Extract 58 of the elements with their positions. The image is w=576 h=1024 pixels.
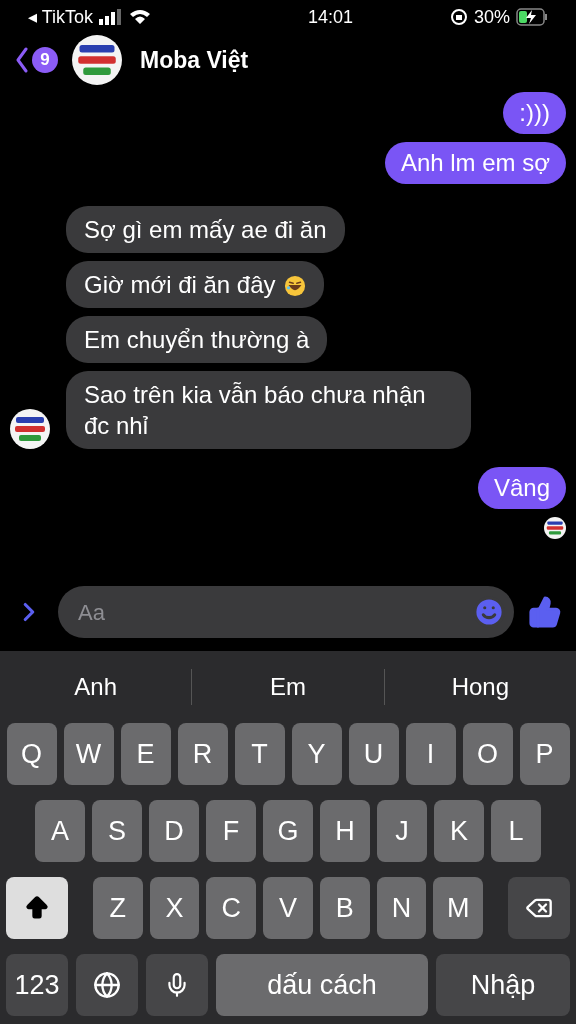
letter-key[interactable]: V [263,877,313,939]
letter-key[interactable]: A [35,800,85,862]
letter-key[interactable]: H [320,800,370,862]
letter-key[interactable]: O [462,723,513,785]
letter-key[interactable]: W [63,723,114,785]
letter-key[interactable]: S [92,800,142,862]
letter-key[interactable]: N [376,877,427,939]
letter-key[interactable]: P [519,723,570,785]
contact-name[interactable]: Moba Việt [140,42,249,78]
unread-count-badge: 9 [32,47,58,73]
wifi-icon [129,9,152,25]
return-key[interactable]: Nhập [436,954,570,1016]
letter-key[interactable]: J [377,800,427,862]
message-composer[interactable]: Aa [58,586,514,638]
letter-key[interactable]: Z [92,877,143,939]
letter-key[interactable]: K [434,800,484,862]
word-suggestion[interactable]: Hong [451,669,509,705]
signal-icon [99,9,124,25]
shift-key[interactable] [6,877,68,939]
rotation-lock-icon [449,8,468,26]
letter-key[interactable]: Q [6,723,57,785]
message-input-field[interactable]: Aa [78,595,472,629]
clock: 14:01 [307,5,353,29]
backspace-key[interactable] [508,877,570,939]
letter-key[interactable]: E [120,723,171,785]
contact-avatar [72,35,122,85]
letter-key[interactable]: B [319,877,370,939]
letter-key[interactable]: C [206,877,257,939]
letter-key[interactable]: L [491,800,541,862]
received-message: Giờ mới đi ăn đây [66,261,324,308]
received-message: Sao trên kia vẫn báo chưa nhận đc nhỉ [66,371,471,449]
charging-battery-icon [516,8,548,26]
word-suggestion[interactable]: Em [270,669,306,705]
numbers-key[interactable]: 123 [6,954,68,1016]
letter-key[interactable]: Y [291,723,342,785]
letter-key[interactable]: U [348,723,399,785]
sent-message: Anh lm em sợ [384,142,566,184]
letter-key[interactable]: M [433,877,484,939]
letter-key[interactable]: I [405,723,456,785]
word-suggestion[interactable]: Anh [74,669,117,705]
letter-key[interactable]: X [149,877,200,939]
back-to-app-link[interactable]: ◂ TikTok [28,3,94,31]
letter-key[interactable]: R [177,723,228,785]
letter-key[interactable]: T [234,723,285,785]
received-message: Sợ gì em mấy ae đi ăn [66,206,345,253]
space-key[interactable]: dấu cách [216,954,428,1016]
received-message: Em chuyển thường à [66,316,328,363]
letter-key[interactable]: G [263,800,313,862]
globe-icon [93,971,121,999]
globe-key[interactable] [76,954,138,1016]
like-icon[interactable] [528,595,562,629]
letter-key[interactable]: F [206,800,256,862]
sent-message: :))) [503,92,566,134]
sent-message: Vâng [477,467,566,509]
letter-key[interactable]: D [149,800,199,862]
dictation-key[interactable] [146,954,208,1016]
back-icon[interactable] [16,47,28,73]
battery-percentage: 30% [473,5,510,29]
